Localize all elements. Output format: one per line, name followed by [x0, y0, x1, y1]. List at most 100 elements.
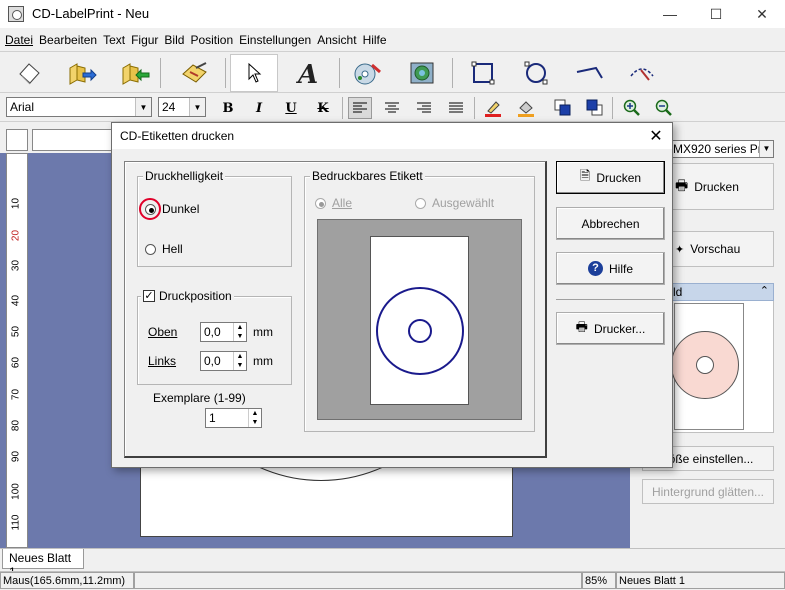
menu-bild[interactable]: Bild	[163, 30, 189, 50]
ruler-label: 30	[10, 259, 22, 272]
dialog-help-button[interactable]: ? Hilfe	[556, 252, 665, 285]
print-toolbar-button[interactable]	[178, 56, 212, 90]
save-button[interactable]	[118, 56, 152, 90]
preview-disc	[376, 287, 464, 375]
brightness-group: Druckhelligkeit Dunkel Hell	[137, 169, 292, 267]
window-title: CD-LabelPrint - Neu	[32, 6, 150, 21]
printer-icon: 🖶	[575, 318, 588, 334]
all-radio[interactable]	[315, 198, 326, 209]
select-tool-button[interactable]	[230, 54, 278, 92]
spin-up-icon[interactable]: ▲	[234, 352, 246, 361]
light-label[interactable]: Hell	[162, 242, 183, 256]
spin-down-icon[interactable]: ▼	[234, 332, 246, 341]
collapse-icon[interactable]: ⌃	[760, 284, 769, 297]
rectangle-tool-button[interactable]	[466, 56, 500, 90]
top-offset-input[interactable]: 0,0 ▲ ▼	[200, 322, 247, 342]
menu-ansicht[interactable]: Ansicht	[316, 30, 361, 50]
dialog-print-button[interactable]: 🗎 Drucken	[556, 161, 665, 194]
chevron-down-icon[interactable]: ▼	[189, 98, 205, 116]
minimize-button[interactable]: —	[647, 0, 693, 28]
justify-button[interactable]	[444, 97, 468, 119]
open-button[interactable]	[65, 56, 99, 90]
print-position-label[interactable]: Druckposition	[159, 289, 232, 303]
spin-buttons[interactable]: ▲ ▼	[233, 323, 246, 341]
italic-button[interactable]: I	[247, 97, 271, 119]
copies-input[interactable]: 1 ▲ ▼	[205, 408, 262, 428]
printable-label-group: Bedruckbares Etikett Alle Ausgewählt	[304, 169, 535, 432]
tab-neues-blatt[interactable]: Neues Blatt 1	[2, 549, 84, 579]
arc-tool-button[interactable]	[625, 56, 659, 90]
copies-value: 1	[209, 411, 216, 425]
spin-down-icon[interactable]: ▼	[249, 418, 261, 427]
disc-design-button[interactable]	[350, 56, 384, 90]
menu-einstellungen[interactable]: Einstellungen	[238, 30, 316, 50]
panel-print-button[interactable]: 🖶 Drucken	[670, 163, 774, 210]
menu-datei[interactable]: Datei	[4, 30, 38, 50]
spin-down-icon[interactable]: ▼	[234, 361, 246, 370]
menu-position[interactable]: Position	[189, 30, 238, 50]
align-left-icon	[353, 102, 367, 113]
align-left-button[interactable]	[348, 97, 372, 119]
bring-forward-button[interactable]	[551, 97, 575, 119]
print-position-checkbox[interactable]: ✓	[143, 290, 155, 302]
printer-select[interactable]: MX920 series Pr ▼	[670, 140, 774, 158]
panel-preview-button[interactable]: ✦ Vorschau	[670, 231, 774, 267]
send-backward-button[interactable]	[583, 97, 607, 119]
chevron-down-icon[interactable]: ▼	[759, 141, 773, 157]
align-right-button[interactable]	[412, 97, 436, 119]
panel-preview-label: Vorschau	[690, 242, 741, 256]
toolbar-separator	[160, 58, 161, 88]
spin-buttons[interactable]: ▲ ▼	[248, 409, 261, 427]
ruler-label: 80	[10, 419, 22, 432]
text-tool-button[interactable]: A	[293, 56, 327, 90]
strikethrough-button[interactable]: K	[311, 97, 335, 119]
disc-paint-icon	[354, 63, 381, 85]
magnifier-icon: ✦	[675, 243, 685, 256]
maximize-button[interactable]: ☐	[693, 0, 739, 28]
line-tool-button[interactable]	[572, 56, 606, 90]
zoom-in-button[interactable]	[620, 97, 644, 119]
bold-button[interactable]: B	[216, 97, 240, 119]
menu-text[interactable]: Text	[102, 30, 130, 50]
panel-section-header[interactable]: ld ⌃	[670, 283, 774, 301]
dialog-cancel-button[interactable]: Abbrechen	[556, 207, 665, 240]
dark-radio[interactable]	[145, 204, 156, 215]
smooth-background-button[interactable]: Hintergrund glätten...	[642, 479, 774, 504]
dialog-printer-button[interactable]: 🖶 Drucker...	[556, 312, 665, 345]
status-sheet: Neues Blatt 1	[616, 572, 785, 589]
dark-label[interactable]: Dunkel	[162, 202, 199, 216]
image-button[interactable]	[405, 56, 439, 90]
zoom-out-button[interactable]	[652, 97, 676, 119]
underline-button[interactable]: U	[279, 97, 303, 119]
spin-up-icon[interactable]: ▲	[249, 409, 261, 418]
font-size-value: 24	[162, 100, 176, 114]
menu-figur[interactable]: Figur	[130, 30, 163, 50]
ellipse-tool-button[interactable]	[519, 56, 553, 90]
close-button[interactable]: ✕	[739, 0, 785, 28]
fill-color-button[interactable]	[514, 97, 538, 119]
print-label-icon	[182, 62, 207, 83]
dialog-close-icon[interactable]: ✕	[642, 125, 670, 147]
spin-buttons[interactable]: ▲ ▼	[233, 352, 246, 370]
ruler-label: 100	[10, 483, 22, 500]
text-color-button[interactable]	[481, 97, 505, 119]
new-label-button[interactable]	[12, 56, 46, 90]
left-unit: mm	[253, 354, 273, 368]
light-radio[interactable]	[145, 244, 156, 255]
selected-label[interactable]: Ausgewählt	[432, 196, 494, 210]
left-offset-input[interactable]: 0,0 ▲ ▼	[200, 351, 247, 371]
font-size-combo[interactable]: 24 ▼	[158, 97, 206, 117]
align-right-icon	[417, 102, 431, 113]
print-preview-icon: 🗎	[579, 167, 591, 183]
selected-radio[interactable]	[415, 198, 426, 209]
top-unit: mm	[253, 325, 273, 339]
font-combo[interactable]: Arial ▼	[6, 97, 152, 117]
justify-icon	[449, 102, 463, 113]
all-label[interactable]: Alle	[332, 196, 352, 210]
app-icon	[8, 6, 24, 22]
spin-up-icon[interactable]: ▲	[234, 323, 246, 332]
menu-hilfe[interactable]: Hilfe	[362, 30, 392, 50]
chevron-down-icon[interactable]: ▼	[135, 98, 151, 116]
align-center-button[interactable]	[380, 97, 404, 119]
menu-bearbeiten[interactable]: Bearbeiten	[38, 30, 102, 50]
